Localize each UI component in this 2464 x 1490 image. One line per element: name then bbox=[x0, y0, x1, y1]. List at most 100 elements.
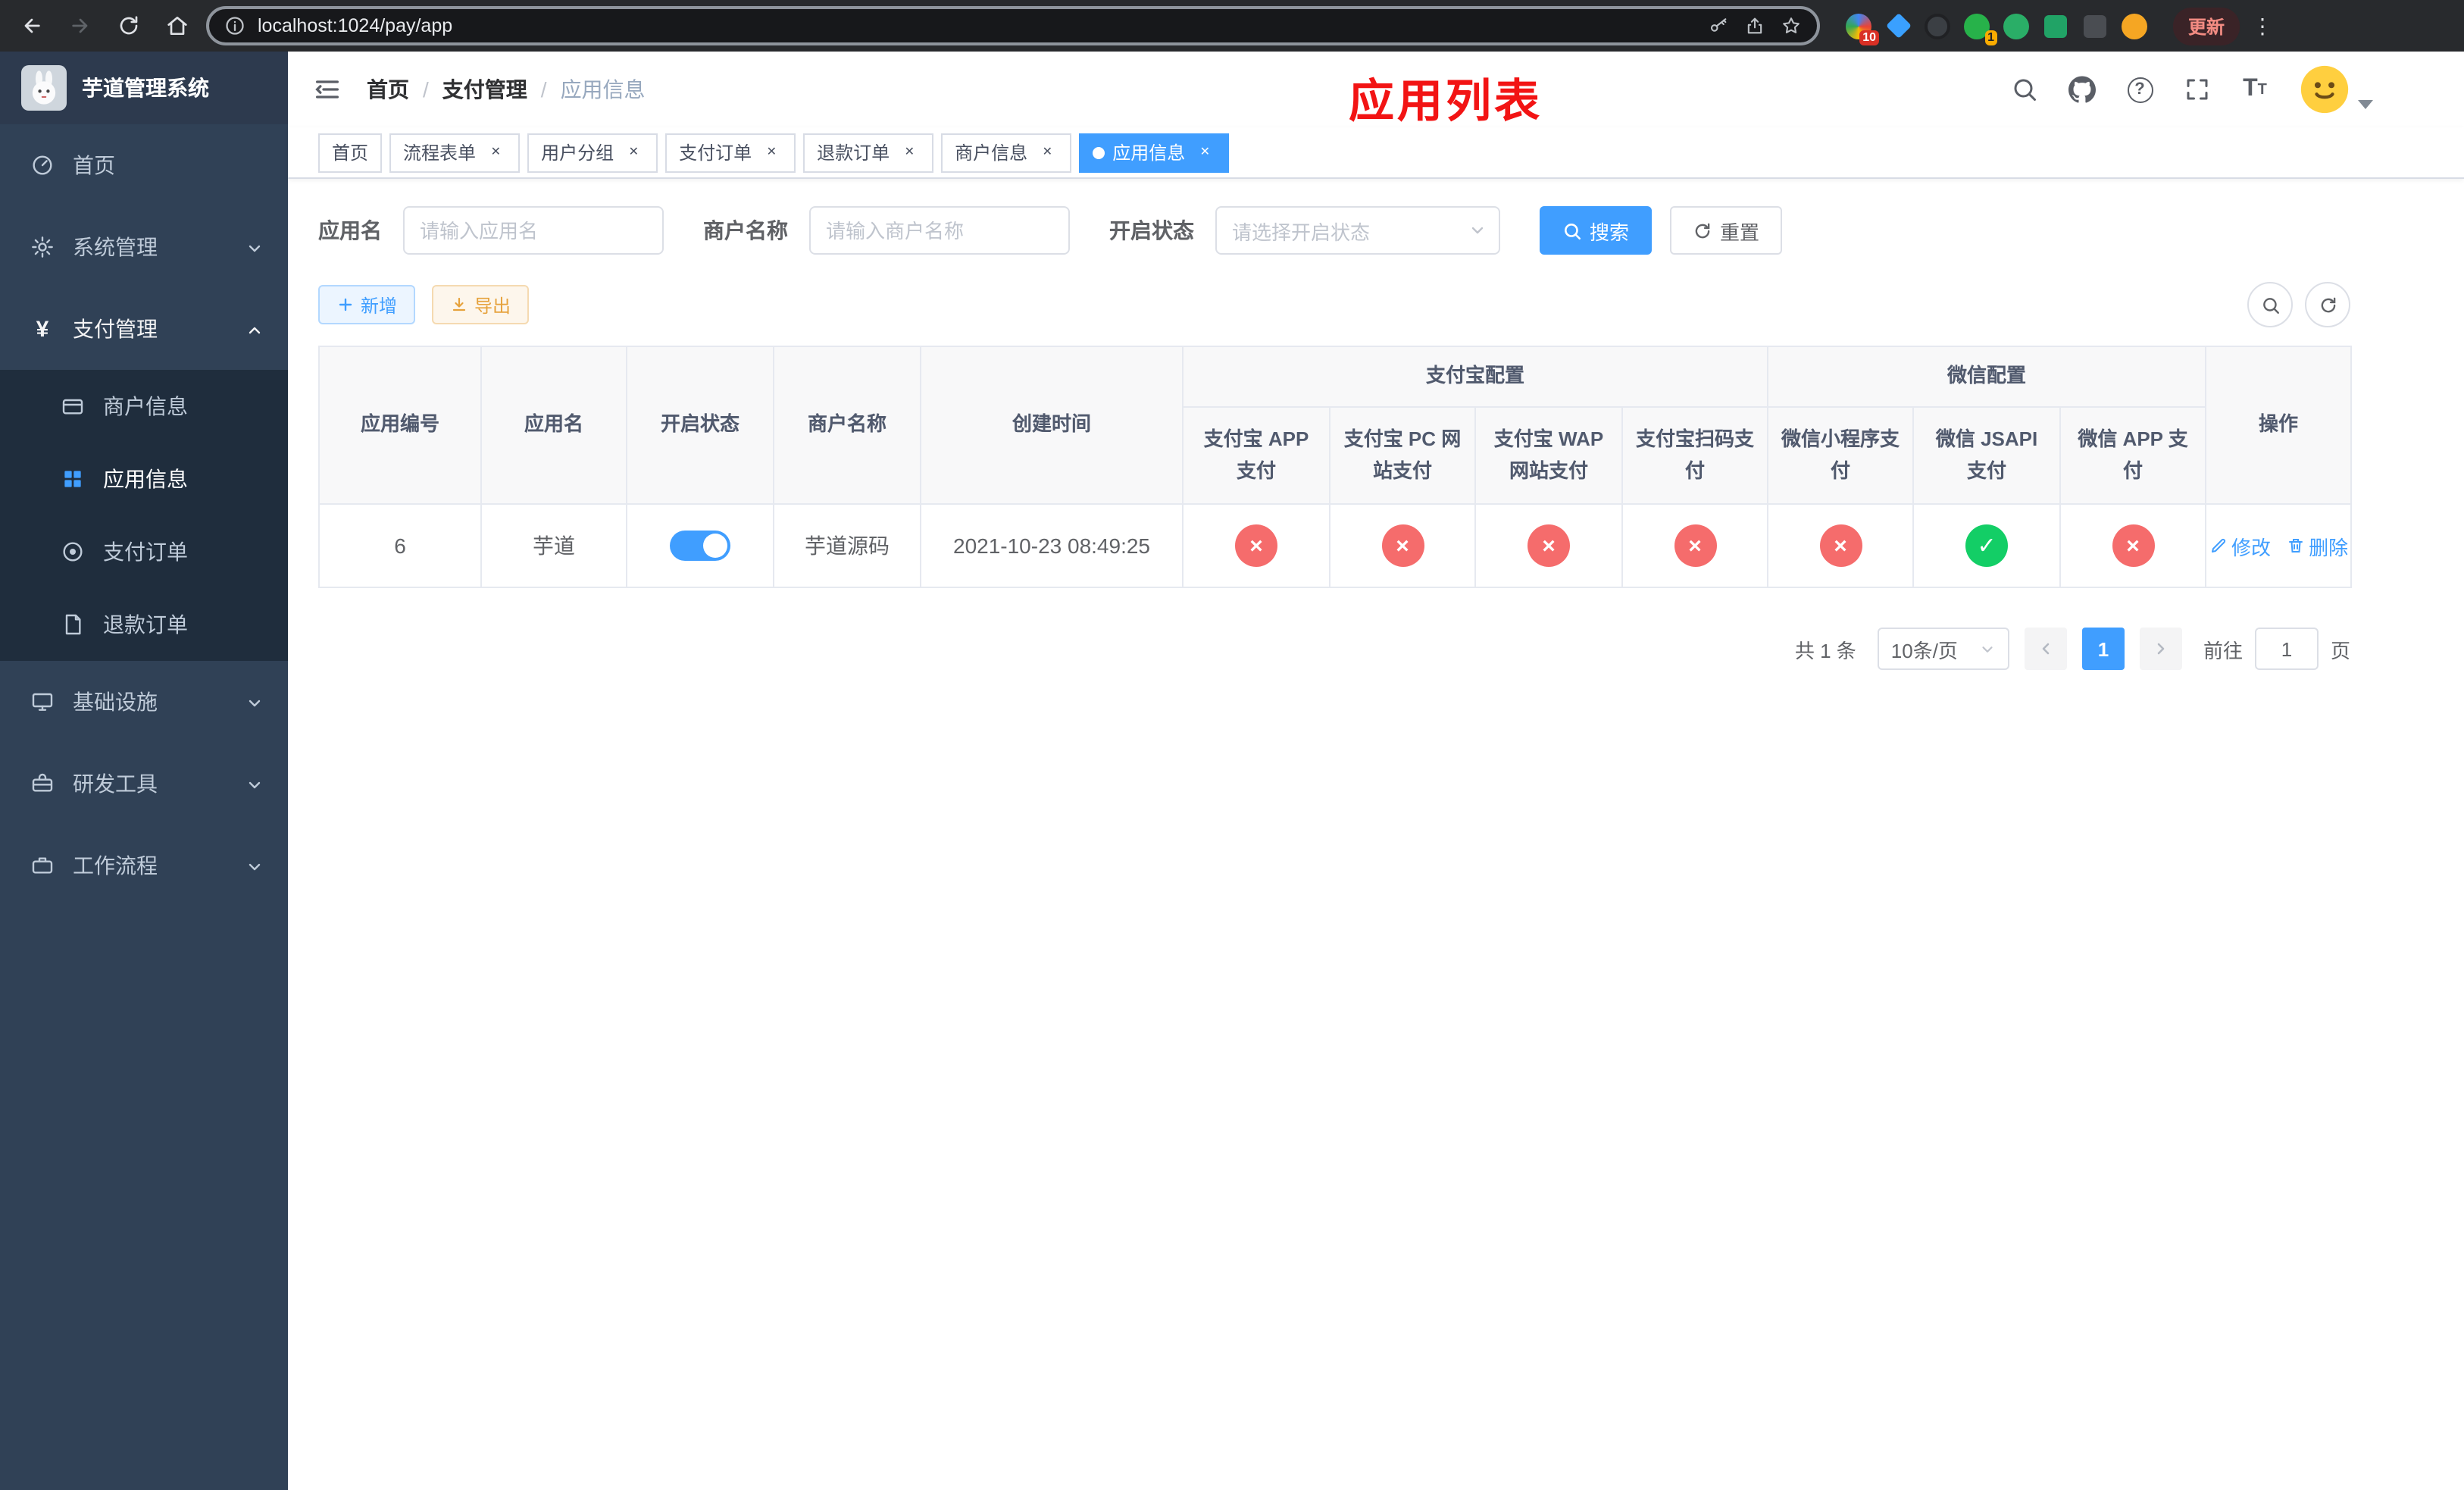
forward-arrow-icon bbox=[72, 18, 88, 33]
browser-update-button[interactable]: 更新 bbox=[2173, 7, 2240, 45]
extension-icon-5[interactable] bbox=[2002, 11, 2031, 40]
close-icon[interactable] bbox=[899, 142, 920, 163]
fullscreen-icon[interactable] bbox=[2184, 76, 2211, 103]
alipay-app-status-icon: × bbox=[1235, 524, 1277, 567]
site-info-icon[interactable] bbox=[224, 15, 245, 36]
toggle-search-button[interactable] bbox=[2247, 282, 2293, 327]
font-size-icon[interactable] bbox=[2241, 76, 2269, 103]
chevron-down-icon bbox=[245, 775, 264, 793]
search-button[interactable]: 搜索 bbox=[1540, 206, 1653, 255]
header-search-icon[interactable] bbox=[2011, 76, 2038, 103]
breadcrumb-payment[interactable]: 支付管理 bbox=[442, 74, 527, 105]
github-icon[interactable] bbox=[2068, 76, 2096, 103]
col-status: 开启状态 bbox=[626, 346, 774, 505]
caret-down-icon bbox=[2358, 100, 2373, 109]
tab-process-form[interactable]: 流程表单 bbox=[389, 133, 521, 172]
plus-icon bbox=[339, 298, 352, 311]
refresh-icon bbox=[1695, 222, 1710, 238]
app-title: 芋道管理系统 bbox=[82, 76, 209, 100]
wx-jsapi-status-icon: ✓ bbox=[1965, 524, 2009, 567]
col-merchant: 商户名称 bbox=[773, 346, 921, 505]
extension-icon-8[interactable] bbox=[2120, 11, 2149, 40]
merchant-name-input[interactable] bbox=[809, 206, 1070, 255]
user-avatar-menu[interactable] bbox=[2299, 64, 2373, 115]
cell-app-id: 6 bbox=[318, 503, 482, 588]
wx-app-status-icon: × bbox=[2112, 524, 2155, 567]
page-number-1[interactable]: 1 bbox=[2081, 628, 2125, 670]
sidebar-fold-icon[interactable] bbox=[312, 74, 342, 105]
sidebar-item-refund-orders[interactable]: 退款订单 bbox=[0, 588, 288, 661]
edit-link[interactable]: 修改 bbox=[2209, 531, 2271, 560]
tab-app-info[interactable]: 应用信息 bbox=[1079, 133, 1230, 172]
extension-icon-1[interactable]: 10 bbox=[1844, 11, 1879, 45]
chevron-down-icon bbox=[1982, 646, 1993, 652]
browser-back-button[interactable] bbox=[12, 6, 52, 45]
page-content: 应用名 商户名称 开启状态 请选择开启状态 搜索 bbox=[288, 179, 2464, 1490]
sidebar-item-dev-tools[interactable]: 研发工具 bbox=[0, 743, 288, 825]
extension-icon-7[interactable] bbox=[2081, 11, 2109, 40]
close-icon[interactable] bbox=[761, 142, 782, 163]
sidebar-item-system[interactable]: 系统管理 bbox=[0, 206, 288, 288]
sidebar-item-merchant-info[interactable]: 商户信息 bbox=[0, 370, 288, 443]
password-key-icon[interactable] bbox=[1708, 15, 1729, 36]
chevron-down-icon bbox=[1471, 227, 1484, 234]
col-app-name: 应用名 bbox=[480, 346, 627, 505]
refresh-table-button[interactable] bbox=[2305, 282, 2350, 327]
app-name-input[interactable] bbox=[403, 206, 664, 255]
tab-merchant-info[interactable]: 商户信息 bbox=[941, 133, 1072, 172]
bookmark-star-icon[interactable] bbox=[1781, 15, 1802, 36]
url-text: localhost:1024/pay/app bbox=[258, 15, 453, 36]
sidebar-item-payment[interactable]: 支付管理 bbox=[0, 288, 288, 370]
briefcase-icon bbox=[30, 853, 55, 878]
help-icon[interactable] bbox=[2126, 76, 2153, 103]
sidebar-item-workflow[interactable]: 工作流程 bbox=[0, 825, 288, 906]
share-icon[interactable] bbox=[1744, 15, 1765, 36]
extension-icon-2[interactable] bbox=[1884, 11, 1912, 40]
extension-icon-4[interactable]: 1 bbox=[1962, 11, 1997, 45]
extension-icon-3[interactable] bbox=[1923, 11, 1952, 40]
breadcrumb-home[interactable]: 首页 bbox=[367, 74, 409, 105]
close-icon[interactable] bbox=[623, 142, 644, 163]
extension-badge: 10 bbox=[1859, 30, 1879, 45]
tab-pay-orders[interactable]: 支付订单 bbox=[665, 133, 796, 172]
col-group-wechat: 微信配置 bbox=[1767, 346, 2207, 408]
close-icon[interactable] bbox=[1037, 142, 1058, 163]
sidebar-item-home[interactable]: 首页 bbox=[0, 124, 288, 206]
chevron-up-icon bbox=[245, 320, 264, 338]
document-icon bbox=[61, 612, 85, 637]
tab-home[interactable]: 首页 bbox=[318, 133, 383, 172]
tab-user-group[interactable]: 用户分组 bbox=[527, 133, 658, 172]
tab-refund-orders[interactable]: 退款订单 bbox=[803, 133, 934, 172]
browser-reload-button[interactable] bbox=[109, 6, 149, 45]
goto-page-input[interactable] bbox=[2254, 628, 2319, 670]
address-bar[interactable]: localhost:1024/pay/app bbox=[206, 6, 1820, 45]
status-select[interactable]: 请选择开启状态 bbox=[1215, 206, 1500, 255]
add-button[interactable]: 新增 bbox=[318, 285, 416, 324]
delete-link[interactable]: 删除 bbox=[2286, 531, 2348, 560]
status-toggle[interactable] bbox=[670, 531, 730, 561]
next-page-button[interactable] bbox=[2139, 628, 2182, 670]
close-icon[interactable] bbox=[485, 142, 506, 163]
prev-page-button[interactable] bbox=[2024, 628, 2067, 670]
edit-pencil-icon bbox=[2211, 538, 2225, 552]
export-button[interactable]: 导出 bbox=[432, 285, 530, 324]
sidebar-item-infra[interactable]: 基础设施 bbox=[0, 661, 288, 743]
close-icon[interactable] bbox=[1194, 142, 1215, 163]
extension-icon-6[interactable] bbox=[2041, 11, 2070, 40]
col-group-alipay: 支付宝配置 bbox=[1181, 346, 1769, 408]
sidebar-item-pay-orders[interactable]: 支付订单 bbox=[0, 515, 288, 588]
browser-menu-button[interactable] bbox=[2249, 13, 2276, 39]
sidebar: 芋道管理系统 首页 系统管理 ¥ 支付管理 商户信息 应用信息 支付订单 退款订… bbox=[0, 52, 288, 1490]
order-icon bbox=[61, 540, 85, 564]
chevron-down-icon bbox=[245, 693, 264, 711]
page-size-select[interactable]: 10条/页 bbox=[1877, 628, 2009, 670]
trash-icon bbox=[2288, 539, 2303, 552]
sidebar-item-app-info[interactable]: 应用信息 bbox=[0, 443, 288, 515]
browser-home-button[interactable] bbox=[158, 6, 197, 45]
browser-forward-button[interactable] bbox=[61, 6, 100, 45]
col-created: 创建时间 bbox=[920, 346, 1184, 505]
grid-icon bbox=[61, 467, 85, 491]
pagination-total: 共 1 条 bbox=[1794, 639, 1856, 662]
reset-button[interactable]: 重置 bbox=[1670, 206, 1783, 255]
app-logo[interactable]: 芋道管理系统 bbox=[0, 52, 288, 124]
